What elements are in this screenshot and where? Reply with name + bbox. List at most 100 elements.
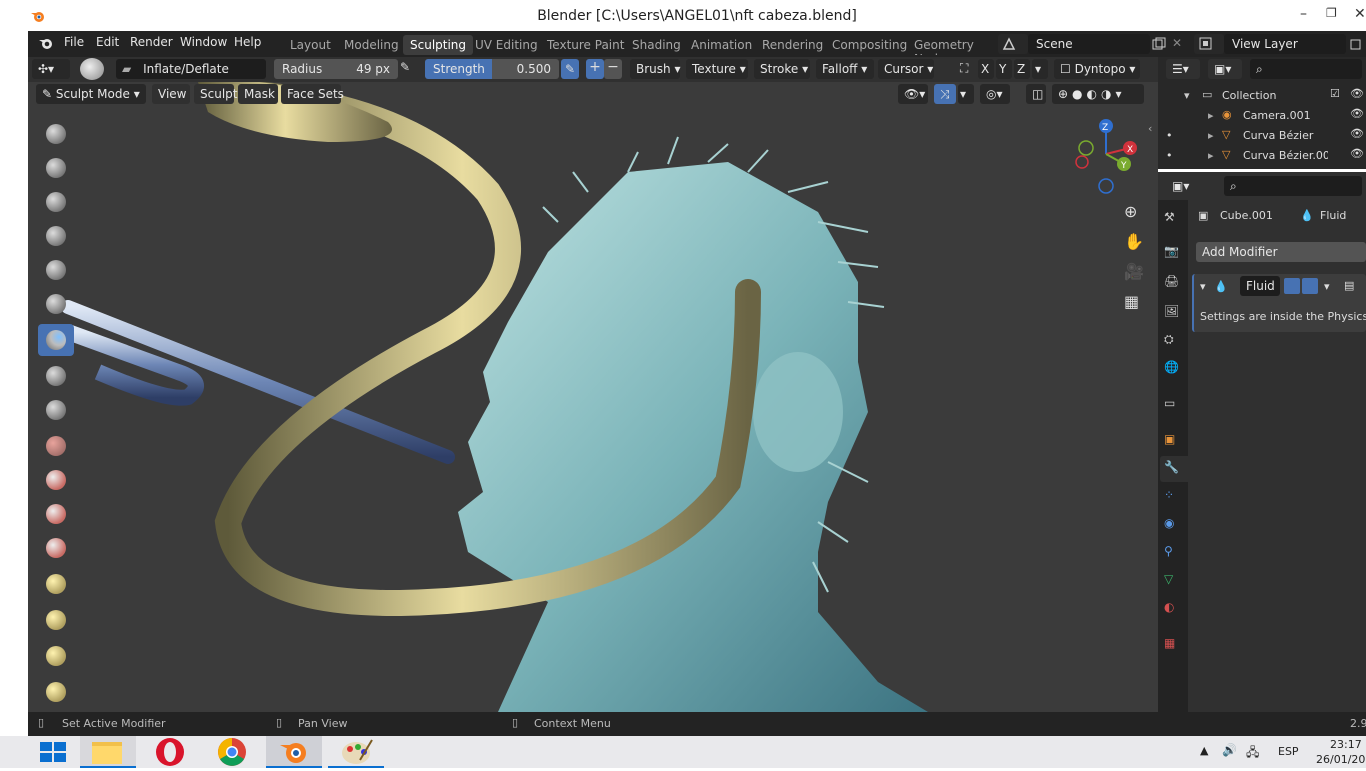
close-button[interactable]: ✕ [1354, 6, 1366, 22]
falloff-dropdown[interactable]: Falloff ▾ [816, 59, 874, 79]
texture-dropdown[interactable]: Texture ▾ [686, 59, 748, 79]
tool-smooth[interactable] [38, 430, 74, 462]
outliner-item-curve-001[interactable]: Curva Bézier.001 [1243, 149, 1328, 162]
tool-elastic-deform[interactable] [38, 676, 74, 708]
cursor-dropdown[interactable]: Cursor ▾ [878, 59, 934, 79]
direction-add-button[interactable]: + [586, 59, 604, 79]
tool-multiplane-scrape[interactable] [38, 568, 74, 600]
brush-dropdown[interactable]: Brush ▾ [630, 59, 680, 79]
overlay-toggle-icon[interactable]: ◎▾ [980, 84, 1010, 104]
particles-tab-icon[interactable]: ⁘ [1164, 488, 1174, 502]
menu-view[interactable]: View [152, 84, 190, 104]
zoom-icon[interactable]: ⊕ [1124, 202, 1137, 221]
shading-mode-buttons[interactable]: ⊕●◐◑▾ [1052, 84, 1144, 104]
menu-window[interactable]: Window [180, 35, 227, 49]
modifier-data-name[interactable]: Fluid [1320, 209, 1346, 222]
3d-viewport[interactable]: Z X Y ⊕ ✋ 🎥 ▦ ‹ [28, 82, 1158, 712]
tab-modeling[interactable]: Modeling [337, 35, 406, 55]
view-layer-selector-button[interactable] [1194, 34, 1224, 54]
new-view-layer-icon[interactable] [1350, 37, 1364, 51]
pan-hand-icon[interactable]: ✋ [1124, 232, 1144, 251]
curve2-visibility-eye-icon[interactable]: 👁 [1350, 147, 1364, 160]
outliner-display-mode[interactable]: ☰▾ [1166, 59, 1200, 79]
physics-tab-icon[interactable]: ◉ [1164, 516, 1174, 530]
constraints-tab-icon[interactable]: ⚲ [1164, 544, 1173, 558]
menu-mask[interactable]: Mask [238, 84, 278, 104]
tab-texture-paint[interactable]: Texture Paint [540, 35, 631, 55]
collection-tab-icon[interactable]: ▭ [1164, 396, 1175, 410]
outliner-filter-dropdown[interactable]: ▣▾ [1208, 59, 1242, 79]
remove-scene-icon[interactable]: ✕ [1172, 36, 1182, 50]
collection-checkbox[interactable]: ☑ [1330, 87, 1340, 100]
tab-geometry-nodes[interactable]: Geometry Nod [907, 35, 999, 55]
object-name[interactable]: Cube.001 [1220, 209, 1273, 222]
brush-name-field[interactable]: ▰ Inflate/Deflate [116, 59, 266, 79]
minimize-button[interactable]: – [1300, 6, 1307, 22]
symmetry-x-toggle[interactable]: X [978, 59, 994, 79]
outliner-item-curve[interactable]: Curva Bézier [1243, 129, 1313, 142]
tab-compositing[interactable]: Compositing [825, 35, 914, 55]
symmetry-z-toggle[interactable]: Z [1014, 59, 1030, 79]
properties-editor-type[interactable]: ▣▾ [1166, 176, 1200, 196]
tool-flatten[interactable] [38, 464, 74, 496]
expand-curve2-icon[interactable]: ▸ [1208, 149, 1214, 162]
paint-button[interactable] [328, 736, 384, 768]
outliner-search-input[interactable]: ⌕ [1250, 59, 1362, 79]
collection-label[interactable]: Collection [1222, 89, 1276, 102]
show-in-viewport-icon[interactable] [1284, 278, 1300, 294]
expand-arrow-icon[interactable]: ▾ [1184, 89, 1190, 102]
tool-draw[interactable] [38, 118, 74, 150]
scene-selector-button[interactable] [998, 34, 1028, 54]
tool-blob[interactable] [38, 360, 74, 392]
gizmo-dropdown[interactable]: ▾ [958, 84, 974, 104]
view-layer-tab-icon[interactable]: 🖼 [1164, 304, 1179, 318]
scene-tab-icon[interactable]: ⛭ [1164, 332, 1174, 347]
radius-field[interactable]: Radius 49 px [274, 59, 398, 79]
menu-sculpt[interactable]: Sculpt [194, 84, 237, 104]
collection-visibility-eye-icon[interactable]: 👁 [1350, 87, 1364, 100]
strength-field[interactable]: Strength 0.500 [425, 59, 559, 79]
direction-subtract-button[interactable]: − [604, 59, 622, 79]
network-icon[interactable]: 🖧 [1246, 743, 1259, 764]
texture-tab-icon[interactable]: ▦ [1164, 636, 1175, 650]
collapse-arrow-icon[interactable]: ▾ [1200, 280, 1206, 293]
language-indicator[interactable]: ESP [1278, 745, 1299, 758]
tool-clay-thumb[interactable] [38, 254, 74, 286]
radius-pressure-icon[interactable]: ✎ [400, 60, 410, 74]
world-tab-icon[interactable]: 🌐 [1164, 360, 1179, 374]
tool-pinch[interactable] [38, 604, 74, 636]
file-explorer-button[interactable] [80, 736, 136, 768]
material-tab-icon[interactable]: ◐ [1164, 600, 1174, 614]
dyntopo-toggle[interactable]: ☐ Dyntopo ▾ [1054, 59, 1140, 79]
tool-draw-sharp[interactable] [38, 152, 74, 184]
show-hidden-icons[interactable]: ▲ [1200, 744, 1208, 757]
show-in-render-icon[interactable] [1302, 278, 1318, 294]
camera-view-icon[interactable]: 🎥 [1124, 262, 1144, 281]
modifier-name-field[interactable]: Fluid [1240, 276, 1280, 296]
camera-visibility-eye-icon[interactable]: 👁 [1350, 107, 1364, 120]
expand-curve-icon[interactable]: ▸ [1208, 129, 1214, 142]
navigation-gizmo[interactable]: Z X Y [1072, 118, 1142, 198]
tool-grab[interactable] [38, 640, 74, 672]
curve-visibility-eye-icon[interactable]: 👁 [1350, 127, 1364, 140]
modifier-menu-icon[interactable]: ▤ [1344, 279, 1354, 292]
symmetry-y-toggle[interactable]: Y [996, 59, 1012, 79]
add-modifier-button[interactable]: Add Modifier [1196, 242, 1366, 262]
tool-tab-icon[interactable]: ⚒ [1164, 210, 1175, 224]
maximize-button[interactable]: ❐ [1326, 6, 1337, 20]
tool-layer[interactable] [38, 288, 74, 320]
tool-clay[interactable] [38, 186, 74, 218]
tool-clay-strips[interactable] [38, 220, 74, 252]
new-scene-icon[interactable] [1152, 37, 1166, 51]
blender-menu-icon[interactable] [38, 36, 54, 50]
scene-name-field[interactable]: Scene [1028, 34, 1150, 54]
tool-crease[interactable] [38, 394, 74, 426]
tool-fill[interactable] [38, 498, 74, 530]
output-tab-icon[interactable]: 🖨 [1164, 274, 1179, 288]
xray-toggle-icon[interactable]: ◫ [1026, 84, 1046, 104]
symmetry-dropdown[interactable]: ▾ [1032, 59, 1048, 79]
gizmo-toggle-icon[interactable]: ⤨ [934, 84, 956, 104]
menu-help[interactable]: Help [234, 35, 261, 49]
brush-preview-icon[interactable] [80, 58, 104, 80]
data-tab-icon[interactable]: ▽ [1164, 572, 1173, 586]
